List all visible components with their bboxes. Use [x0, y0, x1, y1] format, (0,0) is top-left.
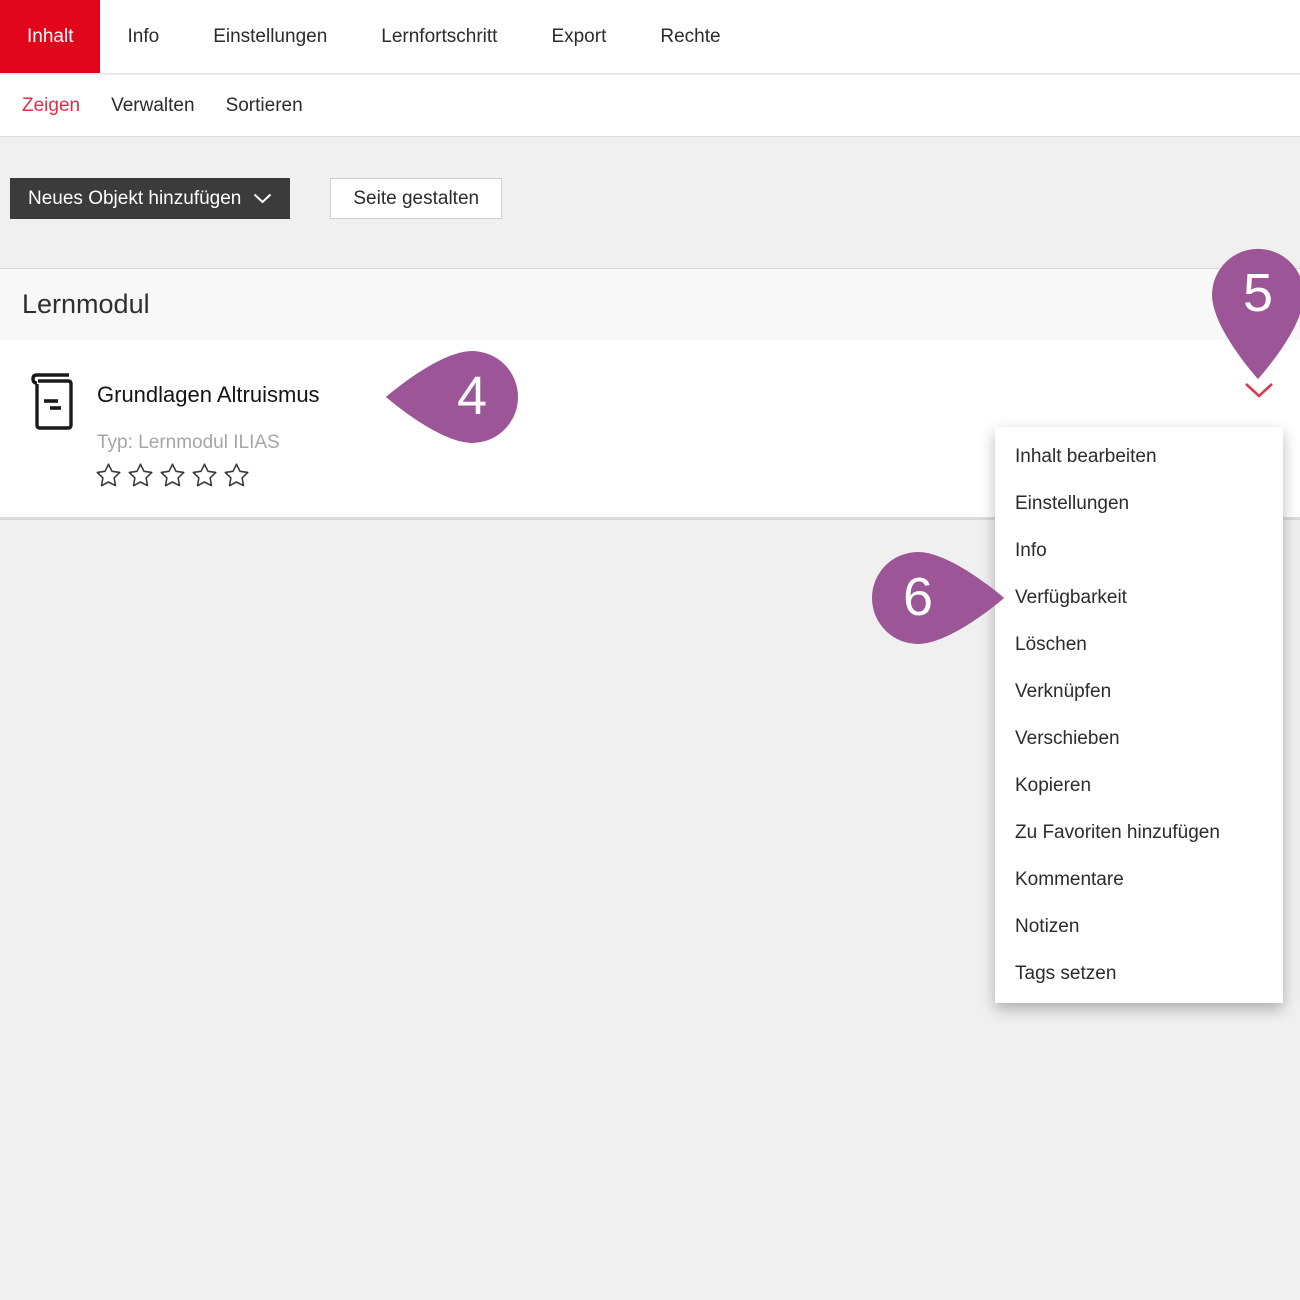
add-new-object-button[interactable]: Neues Objekt hinzufügen [10, 178, 290, 219]
menu-item-kommentare[interactable]: Kommentare [995, 856, 1283, 903]
item-type-label: Typ: Lernmodul ILIAS [97, 432, 280, 454]
teardrop-right-icon [872, 550, 1006, 646]
subtab-zeigen[interactable]: Zeigen [22, 95, 80, 117]
item-title-link[interactable]: Grundlagen Altruismus [97, 382, 320, 408]
design-page-label: Seite gestalten [353, 188, 479, 210]
sub-tab-bar: Zeigen Verwalten Sortieren [0, 75, 1300, 137]
tab-rechte[interactable]: Rechte [633, 0, 747, 73]
menu-item-loeschen[interactable]: Löschen [995, 621, 1283, 668]
actions-chevron-down-icon[interactable] [1244, 382, 1274, 404]
menu-item-zu-favoriten-hinzufuegen[interactable]: Zu Favoriten hinzufügen [995, 809, 1283, 856]
tab-inhalt[interactable]: Inhalt [0, 0, 100, 73]
chevron-down-icon [253, 193, 272, 204]
tab-export[interactable]: Export [524, 0, 633, 73]
star-icon[interactable] [95, 462, 122, 494]
menu-item-verknuepfen[interactable]: Verknüpfen [995, 668, 1283, 715]
star-icon[interactable] [127, 462, 154, 494]
tab-einstellungen[interactable]: Einstellungen [186, 0, 354, 73]
toolbar: Neues Objekt hinzufügen Seite gestalten [10, 178, 502, 219]
menu-item-einstellungen[interactable]: Einstellungen [995, 480, 1283, 527]
marker-number: 6 [903, 570, 933, 624]
tab-lernfortschritt[interactable]: Lernfortschritt [354, 0, 524, 73]
annotation-marker-6: 6 [872, 550, 1006, 646]
menu-item-info[interactable]: Info [995, 527, 1283, 574]
menu-item-tags-setzen[interactable]: Tags setzen [995, 950, 1283, 997]
subtab-sortieren[interactable]: Sortieren [226, 95, 303, 117]
menu-item-inhalt-bearbeiten[interactable]: Inhalt bearbeiten [995, 433, 1283, 480]
star-icon[interactable] [191, 462, 218, 494]
section-header-lernmodul: Lernmodul [0, 268, 1300, 340]
rating-stars[interactable] [95, 462, 250, 494]
add-new-object-label: Neues Objekt hinzufügen [28, 188, 241, 210]
tab-info[interactable]: Info [100, 0, 186, 73]
actions-dropdown-menu: Inhalt bearbeiten Einstellungen Info Ver… [995, 427, 1283, 1003]
menu-item-verschieben[interactable]: Verschieben [995, 715, 1283, 762]
menu-item-verfuegbarkeit[interactable]: Verfügbarkeit [995, 574, 1283, 621]
menu-item-notizen[interactable]: Notizen [995, 903, 1283, 950]
star-icon[interactable] [223, 462, 250, 494]
design-page-button[interactable]: Seite gestalten [330, 178, 502, 219]
menu-item-kopieren[interactable]: Kopieren [995, 762, 1283, 809]
learning-module-book-icon [28, 371, 76, 436]
star-icon[interactable] [159, 462, 186, 494]
tab-bar: Inhalt Info Einstellungen Lernfortschrit… [0, 0, 1300, 74]
subtab-verwalten[interactable]: Verwalten [111, 95, 194, 117]
section-title: Lernmodul [22, 289, 150, 320]
